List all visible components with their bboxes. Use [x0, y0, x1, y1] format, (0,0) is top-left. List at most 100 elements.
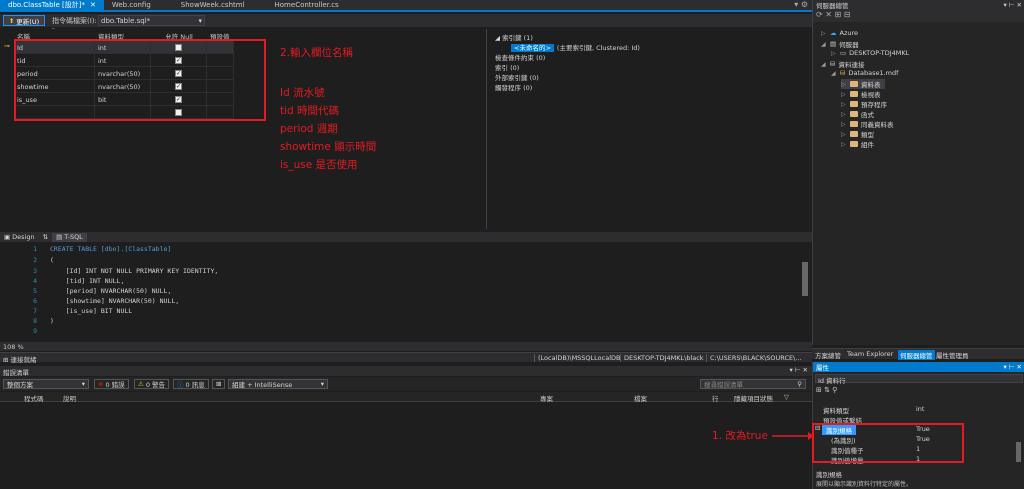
tree-node[interactable]: ◢ ▤ 伺服器	[821, 39, 859, 49]
tree-node[interactable]: ▷ 類型	[841, 129, 874, 140]
folder-icon	[850, 111, 858, 117]
chevron-down-icon: ▾	[81, 380, 85, 388]
filter-icon[interactable]: ▽	[784, 393, 789, 401]
connected-icon: ⊞	[3, 356, 11, 364]
tree-node[interactable]: ◢ ⛁ Database1.mdf	[831, 69, 898, 77]
tree-node[interactable]: ◢ ⛁ 資料連接	[821, 59, 864, 69]
file-path: C:\USERS\BLACK\SOURCE\...	[706, 354, 805, 362]
code-line[interactable]: (	[50, 256, 54, 264]
code-line[interactable]: [period] NVARCHAR(50) NULL,	[50, 287, 172, 295]
errors-filter-button[interactable]: ⊗ 0 錯誤	[94, 379, 129, 389]
server-explorer: 伺服器總管 ▾ ⊢ ✕ ⟳ ✕ ⊞ ⊟ ▷ ☁ Azure ◢ ▤ 伺服器 ▷ ▭ DESKT…	[812, 0, 1024, 345]
folder-icon	[850, 91, 858, 97]
tsql-editor[interactable]: 1 CREATE TABLE [dbo].[ClassTable] 2 ( 3 …	[0, 242, 812, 342]
code-line[interactable]: [showtime] NVARCHAR(50) NULL,	[50, 297, 180, 305]
database-icon: ⛁	[840, 69, 846, 77]
messages-filter-button[interactable]: ⓘ 0 訊息	[173, 379, 209, 389]
primary-key-item[interactable]: <未命名的> (主要索引鍵, Clustered: Id)	[511, 42, 640, 52]
tab-property-manager[interactable]: 屬性管理員	[936, 350, 969, 360]
check-constraints-node[interactable]: 檢查條件約束 (0)	[495, 52, 545, 62]
code-line[interactable]: [tid] INT NULL,	[50, 277, 125, 285]
pin-icon[interactable]: ▾ ⊢ ✕	[1003, 1, 1022, 9]
tree-node[interactable]: ▷ ☁ Azure	[821, 29, 858, 37]
properties-title: 屬性 ▾ ⊢ ✕	[813, 362, 1024, 372]
server-icon: ▤	[830, 40, 837, 48]
error-list-title: 錯誤清單	[3, 369, 29, 377]
script-file-select[interactable]: dbo.Table.sql* ▾	[98, 15, 205, 26]
tree-node[interactable]: ▷ 預存程序	[841, 99, 887, 110]
computer-icon: ▭	[840, 49, 847, 57]
keys-node[interactable]: ◢ 索引鍵 (1)	[495, 32, 533, 42]
tab-classtable-design[interactable]: dbo.ClassTable [設計]* ✕	[0, 0, 104, 11]
tab-server-explorer[interactable]: 伺服器總管	[898, 350, 935, 360]
chevron-down-icon: ▾	[320, 380, 324, 388]
sql-icon: ▤	[56, 233, 63, 241]
code-line[interactable]: CREATE TABLE [dbo].[ClassTable]	[50, 245, 171, 253]
indexes-node[interactable]: 索引 (0)	[495, 62, 519, 72]
tab-tsql[interactable]: ▤ T-SQL	[52, 232, 87, 242]
document-tab-strip: dbo.ClassTable [設計]* ✕ Web.config ShowWee…	[0, 0, 812, 12]
code-line[interactable]: )	[50, 317, 54, 325]
script-file-label: 指令碼檔案(I):	[52, 17, 97, 25]
code-line[interactable]: [Id] INT NOT NULL PRIMARY KEY IDENTITY,	[50, 267, 219, 275]
tab-web-config[interactable]: Web.config	[104, 0, 159, 11]
tab-design[interactable]: ▣ Design	[0, 233, 39, 242]
editor-status: 108 %	[0, 342, 812, 351]
tree-node[interactable]: ▷ 同義資料表	[841, 119, 894, 130]
zoom-level[interactable]: 108 %	[3, 343, 24, 351]
code-line[interactable]: [is_use] BIT NULL	[50, 307, 133, 315]
server-name: (LocalDB)\MSSQLLocalDB	[534, 354, 623, 362]
tree-node[interactable]: ▷ 組件	[841, 139, 874, 150]
warning-icon: ⚠	[138, 380, 144, 388]
folder-icon	[850, 131, 858, 137]
annotation-highlight-properties	[812, 423, 964, 463]
tree-node-selected[interactable]: ▷ 資料表	[841, 79, 885, 89]
error-icon: ⊗	[98, 380, 104, 388]
filter-icon: ⊠	[216, 380, 222, 388]
annotation-highlight-grid	[14, 39, 266, 121]
grid-header: 名稱 資料類型 允許 Null 預設值	[14, 29, 234, 41]
login-name: DESKTOP-TDJ4MKL\black	[620, 354, 707, 362]
chevron-down-icon: ▾	[198, 16, 202, 25]
tree-node[interactable]: ▷ 檢視表	[841, 89, 881, 100]
server-explorer-toolbar: ⟳ ✕ ⊞ ⊟	[813, 10, 1024, 22]
object-select[interactable]: Id 資料行	[815, 374, 1023, 385]
property-row[interactable]: 資料類型 int	[813, 404, 1013, 415]
annotation-step1: 1. 改為true	[712, 430, 768, 442]
close-icon[interactable]: ✕	[90, 1, 96, 9]
tree-node[interactable]: ▷ ▭ DESKTOP-TDJ4MKL	[831, 49, 909, 57]
pin-icon[interactable]: ▾ ⊢ ✕	[1003, 363, 1022, 371]
explorer-tabs: 方案總管 Team Explorer 伺服器總管 屬性管理員	[812, 348, 1024, 360]
tab-showweek[interactable]: ShowWeek.cshtml	[173, 0, 253, 11]
swap-panes-button[interactable]: ⇅	[39, 233, 52, 242]
tab-team-explorer[interactable]: Team Explorer	[847, 350, 893, 358]
sort-icon[interactable]: ⊞ ⇅ ⚲	[816, 386, 837, 394]
connection-status: ⊞ 連接就緒	[3, 356, 37, 364]
error-list-body	[0, 403, 812, 489]
primary-key-icon: ⊸	[4, 42, 10, 50]
editor-scrollbar[interactable]	[802, 262, 808, 296]
update-button[interactable]: ⬆ 更新(U)	[3, 15, 45, 26]
server-explorer-title: 伺服器總管 ▾ ⊢ ✕	[813, 0, 1024, 10]
scope-select[interactable]: 整個方案 ▾	[3, 379, 89, 389]
tab-solution-explorer[interactable]: 方案總管	[815, 350, 841, 360]
update-icon: ⬆	[8, 16, 15, 25]
tab-homecontroller[interactable]: HomeController.cs	[267, 0, 347, 11]
build-select[interactable]: 組建 + IntelliSense ▾	[228, 379, 328, 389]
triggers-node[interactable]: 觸發程序 (0)	[495, 82, 532, 92]
properties-scrollbar[interactable]	[1016, 442, 1021, 462]
foreign-keys-node[interactable]: 外部索引鍵 (0)	[495, 72, 539, 82]
pin-icon[interactable]: ▾ ⊢ ✕	[789, 366, 808, 374]
annotation-note: is_use 是否使用	[280, 159, 358, 171]
refresh-icon[interactable]: ⟳ ✕ ⊞ ⊟	[816, 10, 850, 19]
annotation-note: tid 時間代碼	[280, 105, 340, 117]
folder-icon	[850, 141, 858, 147]
dropdown-icon[interactable]: ▾ ⚙	[794, 0, 808, 9]
tree-node[interactable]: ▷ 函式	[841, 109, 874, 120]
design-icon: ▣	[4, 233, 11, 241]
error-list-toolbar: 整個方案 ▾ ⊗ 0 錯誤 ⚠ 0 警告 ⓘ 0 訊息 ⊠ 組建 + IntelliSe…	[0, 377, 812, 391]
search-icon: ⚲	[797, 380, 802, 388]
warnings-filter-button[interactable]: ⚠ 0 警告	[134, 379, 170, 389]
filter-icon-button[interactable]: ⊠	[212, 379, 226, 389]
search-input[interactable]: 搜尋錯誤清單 ⚲	[700, 379, 806, 389]
